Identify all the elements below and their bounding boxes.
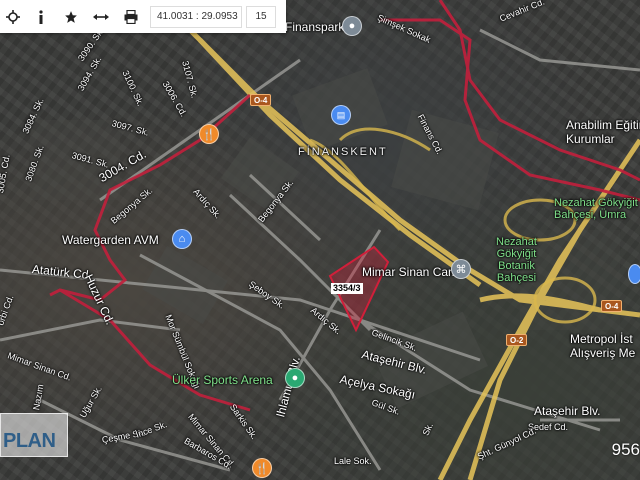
- highway-shield: O-2: [506, 334, 528, 346]
- info-button[interactable]: [26, 0, 56, 33]
- mosque-icon: ⌘: [455, 263, 467, 276]
- pin-bank[interactable]: ▤: [331, 105, 351, 125]
- satellite-map[interactable]: Şimşek Sokak Cevahir Cd. Finans Cd. 3090…: [0, 0, 640, 480]
- pin-ulker-arena[interactable]: ●: [285, 368, 305, 388]
- street-label: Lale Sok.: [334, 456, 372, 466]
- poi-label-mimar-sinan: Mimar Sinan Camii: [362, 265, 464, 279]
- poi-label-watergarden: Watergarden AVM: [62, 233, 159, 247]
- poi-label-ulker: Ülker Sports Arena: [172, 373, 273, 387]
- restaurant-icon: 🍴: [202, 128, 216, 141]
- print-button[interactable]: [116, 0, 146, 33]
- locate-button[interactable]: [0, 0, 26, 33]
- shopping-icon: ⌂: [178, 233, 186, 245]
- pin-watergarden[interactable]: ⌂: [172, 229, 192, 249]
- measure-button[interactable]: [86, 0, 116, 33]
- street-label: Ataşehir Blv.: [534, 404, 601, 418]
- favorite-button[interactable]: [56, 0, 86, 33]
- bank-icon: ▤: [336, 109, 346, 120]
- measure-icon: [93, 13, 109, 20]
- logo-watermark: PLAN: [0, 413, 68, 457]
- poi-label-nezahat-garden: Nezahat Gökyiğit Bahçesi, Ümra: [554, 197, 638, 221]
- pin-restaurant[interactable]: 🍴: [199, 124, 219, 144]
- info-icon: [39, 9, 43, 24]
- coordinate-display[interactable]: 41.0031 : 29.0953: [150, 5, 242, 28]
- highway-shield: O-4: [250, 94, 272, 106]
- parcel-label[interactable]: 3354/3: [331, 283, 363, 294]
- poi-label-nezahat-botanik: Nezahat Gökyiğit Botanik Bahçesi: [496, 236, 537, 284]
- pin-metropol[interactable]: [628, 264, 640, 284]
- pin-mosque[interactable]: ⌘: [451, 259, 471, 279]
- district-label: FİNANSKENT: [298, 146, 388, 158]
- location-icon: ●: [291, 372, 299, 384]
- scale-number: 956: [611, 440, 640, 459]
- pin-finanspark[interactable]: ●: [342, 16, 362, 36]
- restaurant-icon: 🍴: [255, 462, 269, 475]
- print-icon: [124, 9, 138, 24]
- pin-restaurant-2[interactable]: 🍴: [252, 458, 272, 478]
- location-icon: ●: [348, 20, 356, 32]
- star-icon: [65, 10, 77, 23]
- poi-label-finanspark: Finanspark: [285, 20, 345, 34]
- poi-label-anabilim: Anabilim Eğitim Kurumlar: [566, 118, 640, 146]
- map-toolbar: 41.0031 : 29.0953 15: [0, 0, 286, 33]
- logo-text: PLAN: [3, 430, 56, 452]
- crosshair-icon: [6, 9, 20, 24]
- poi-label-metropol: Metropol İst Alışveriş Me: [570, 332, 636, 360]
- highway-shield: O-4: [601, 300, 623, 312]
- zoom-level-display[interactable]: 15: [246, 5, 276, 28]
